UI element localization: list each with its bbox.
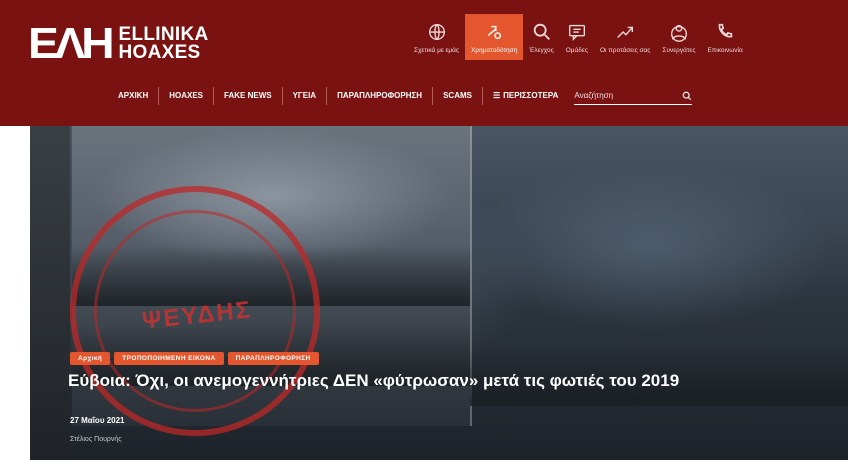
topnav-partners[interactable]: Συνεργάτες: [656, 14, 701, 60]
article-headline[interactable]: Εύβοια: Όχι, οι ανεμογεννήτριες ΔΕΝ «φύτ…: [68, 371, 679, 391]
chat-icon: [568, 24, 585, 41]
topnav-contact[interactable]: Επικοινωνία: [701, 14, 748, 60]
nav-hoaxes[interactable]: HOAXES: [158, 87, 213, 105]
logo-text: ELLINIKA HOAXES: [118, 25, 208, 63]
tag-modified-image[interactable]: ΤΡΟΠΟΠΟΙΗΜΕΝΗ ΕΙΚΟΝΑ: [114, 352, 224, 365]
nav-fake-news[interactable]: FAKE NEWS: [213, 87, 282, 105]
top-navigation: Σχετικά με εμάς Χρηματοδότηση Έλεγχος Ομ…: [408, 14, 749, 60]
menu-icon: ☰: [492, 91, 500, 100]
search-box: [574, 87, 693, 105]
tag-misinformation[interactable]: ΠΑΡΑΠΛΗΡΟΦΟΡΗΣΗ: [227, 352, 319, 365]
topnav-check[interactable]: Έλεγχος: [523, 14, 559, 60]
article-author[interactable]: Στέλιος Πουρνής: [70, 436, 122, 443]
nav-scams[interactable]: SCAMS: [432, 87, 482, 105]
partners-icon: [670, 24, 687, 42]
topnav-contact-label: Επικοινωνία: [707, 47, 743, 54]
topnav-funding[interactable]: Χρηματοδότηση: [465, 14, 524, 60]
topnav-funding-label: Χρηματοδότηση: [471, 47, 518, 54]
nav-misinformation[interactable]: ΠΑΡΑΠΛΗΡΟΦΟΡΗΣΗ: [326, 87, 432, 105]
article-tags: Αρχική ΤΡΟΠΟΠΟΙΗΜΕΝΗ ΕΙΚΟΝΑ ΠΑΡΑΠΛΗΡΟΦΟΡ…: [70, 352, 319, 365]
about-globe-icon: [428, 23, 445, 41]
funding-icon: [488, 25, 502, 40]
phone-icon: [718, 23, 733, 38]
hero-background-strip: [30, 126, 70, 460]
site-header: EΛH ELLINIKA HOAXES Σχετικά με εμάς Χρημ…: [0, 0, 848, 126]
search-check-icon: [533, 23, 550, 40]
nav-more-label: ΠΕΡΙΣΣΟΤΕΡΑ: [503, 91, 559, 100]
main-navigation: ΑΡΧΙΚΗ HOAXES FAKE NEWS ΥΓΕΙΑ ΠΑΡΑΠΛΗΡΟΦ…: [108, 86, 693, 106]
nav-more[interactable]: ☰ ΠΕΡΙΣΣΟΤΕΡΑ: [481, 87, 568, 105]
logo-line-2: HOAXES: [118, 42, 201, 63]
topnav-groups[interactable]: Ομάδες: [560, 14, 594, 60]
tag-home[interactable]: Αρχική: [70, 352, 111, 365]
topnav-groups-label: Ομάδες: [565, 47, 588, 54]
topnav-suggestions[interactable]: Οι προτάσεις σας: [594, 14, 656, 60]
topnav-check-label: Έλεγχος: [529, 47, 554, 54]
suggestions-icon: [617, 26, 634, 38]
article-date: 27 Μαΐου 2021: [70, 416, 125, 425]
search-input[interactable]: [574, 91, 665, 100]
hero-article[interactable]: ΨΕΥΔΗΣ: [30, 126, 848, 460]
search-icon[interactable]: [682, 91, 692, 101]
nav-health[interactable]: ΥΓΕΙΑ: [281, 87, 326, 105]
logo-mark: EΛH: [28, 19, 115, 68]
site-logo[interactable]: EΛH ELLINIKA HOAXES: [28, 19, 209, 68]
topnav-about-label: Σχετικά με εμάς: [414, 47, 460, 54]
topnav-suggestions-label: Οι προτάσεις σας: [599, 47, 651, 54]
nav-home[interactable]: ΑΡΧΙΚΗ: [108, 87, 158, 105]
topnav-about[interactable]: Σχετικά με εμάς: [408, 14, 465, 60]
topnav-partners-label: Συνεργάτες: [662, 47, 696, 54]
